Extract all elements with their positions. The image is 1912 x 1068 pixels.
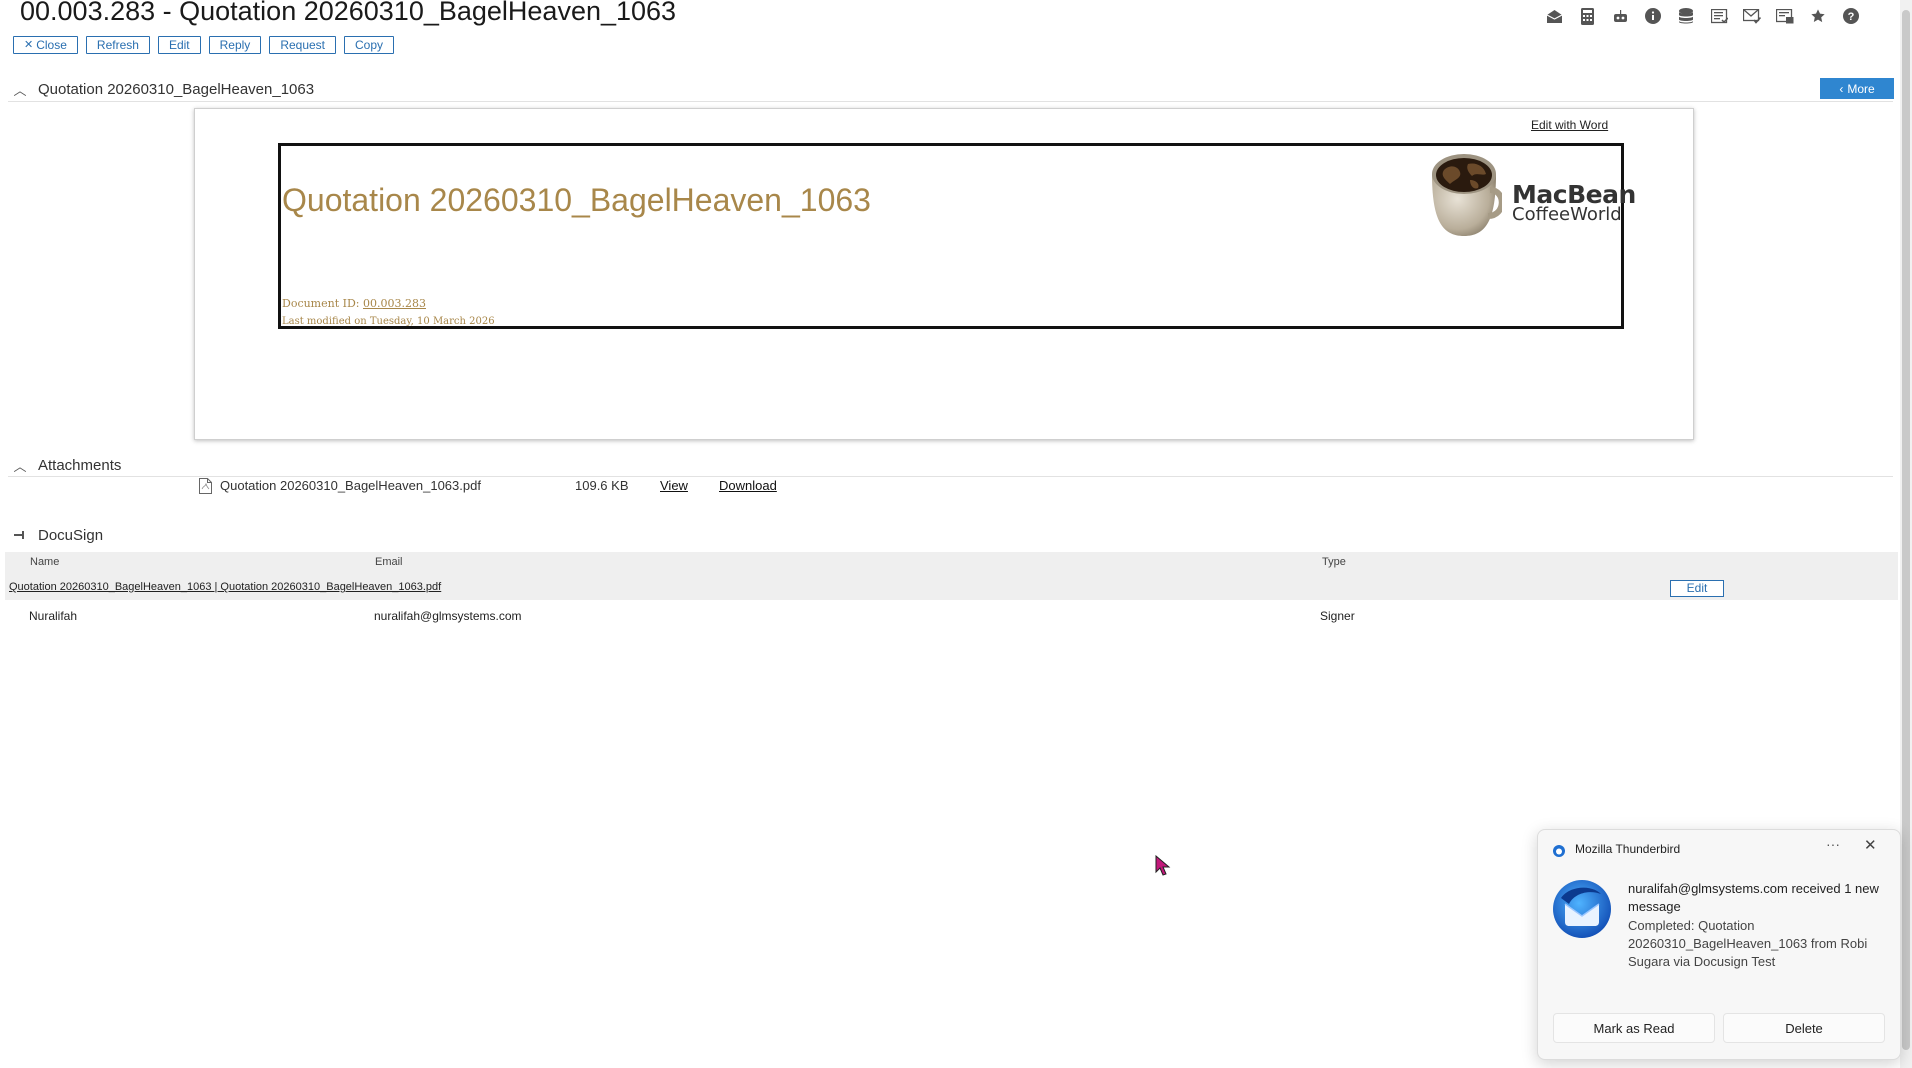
delete-button[interactable]: Delete (1723, 1013, 1885, 1043)
envelope-title-link[interactable]: Quotation 20260310_BagelHeaven_1063 | Qu… (9, 581, 441, 593)
thunderbird-logo-icon (1551, 878, 1613, 940)
chevron-left-icon: ‹ (1839, 81, 1844, 96)
attachments-section-header[interactable]: ︿ Attachments (12, 456, 121, 475)
envelope-edit-button[interactable]: Edit (1670, 580, 1724, 597)
star-icon[interactable] (1807, 5, 1829, 27)
close-button[interactable]: ✕ Close (13, 36, 78, 54)
attachment-download-link[interactable]: Download (719, 478, 777, 493)
attachment-view-link[interactable]: View (660, 478, 688, 493)
action-toolbar: ✕ Close Refresh Edit Reply Request Copy (13, 36, 395, 54)
reply-button[interactable]: Reply (208, 36, 262, 54)
scrollbar-thumb[interactable] (1902, 10, 1910, 1050)
signer-type: Signer (1320, 609, 1355, 623)
document-cover-box (278, 143, 1624, 329)
chevron-up-icon: ︿ (13, 459, 27, 474)
column-header-name: Name (30, 556, 60, 568)
svg-text:?: ? (1848, 11, 1855, 23)
notification-app-name: Mozilla Thunderbird (1575, 842, 1681, 856)
logo-wordmark-line2: CoffeeWorld (1512, 204, 1622, 225)
pin-icon (12, 528, 28, 543)
column-header-email: Email (375, 556, 403, 568)
attachment-filename: Quotation 20260310_BagelHeaven_1063.pdf (220, 478, 481, 493)
coffee-cup-logo (1428, 150, 1505, 238)
top-icon-bar: ? (1543, 5, 1862, 27)
more-button[interactable]: ‹ More (1820, 78, 1894, 99)
divider (8, 101, 1893, 102)
info-icon[interactable] (1642, 5, 1664, 27)
list-check-icon[interactable] (1708, 5, 1730, 27)
request-button[interactable]: Request (269, 36, 337, 54)
notification-body: Completed: Quotation 20260310_BagelHeave… (1628, 918, 1868, 969)
database-icon[interactable] (1675, 5, 1697, 27)
document-id: Document ID: 00.003.283 (282, 297, 426, 310)
mark-as-read-button[interactable]: Mark as Read (1553, 1013, 1715, 1043)
attachment-file-icon (199, 478, 212, 497)
column-header-type: Type (1322, 556, 1346, 568)
signer-name: Nuralifah (29, 609, 78, 623)
signer-email: nuralifah@glmsystems.com (374, 609, 522, 623)
attachment-size: 109.6 KB (575, 478, 629, 493)
mail-stack-icon[interactable] (1774, 5, 1796, 27)
divider (8, 476, 1893, 477)
edit-button[interactable]: Edit (157, 36, 201, 54)
robot-icon[interactable] (1609, 5, 1631, 27)
copy-button[interactable]: Copy (344, 36, 395, 54)
document-section-header[interactable]: ︿ Quotation 20260310_BagelHeaven_1063 (12, 80, 314, 99)
edit-with-word-link[interactable]: Edit with Word (1531, 118, 1608, 132)
refresh-button[interactable]: Refresh (85, 36, 150, 54)
chevron-up-icon: ︿ (13, 83, 27, 98)
docusign-section-header[interactable]: DocuSign (12, 527, 103, 544)
page-title: 00.003.283 - Quotation 20260310_BagelHea… (20, 0, 677, 26)
last-modified-text: Last modified on Tuesday, 10 March 2026 (282, 316, 495, 327)
mouse-cursor-icon (1155, 854, 1171, 882)
help-icon[interactable]: ? (1840, 5, 1862, 27)
envelope-open-icon[interactable] (1543, 5, 1565, 27)
mail-check-icon[interactable] (1741, 5, 1763, 27)
notification-title: nuralifah@glmsystems.com received 1 new … (1628, 881, 1879, 914)
calculator-icon[interactable] (1576, 5, 1598, 27)
thunderbird-small-icon (1553, 844, 1565, 857)
document-title: Quotation 20260310_BagelHeaven_1063 (282, 182, 871, 218)
close-icon: ✕ (24, 39, 34, 51)
notification-close-button[interactable]: ✕ (1864, 836, 1877, 854)
notification-more-button[interactable]: ··· (1826, 836, 1840, 852)
document-id-link[interactable]: 00.003.283 (363, 297, 426, 310)
